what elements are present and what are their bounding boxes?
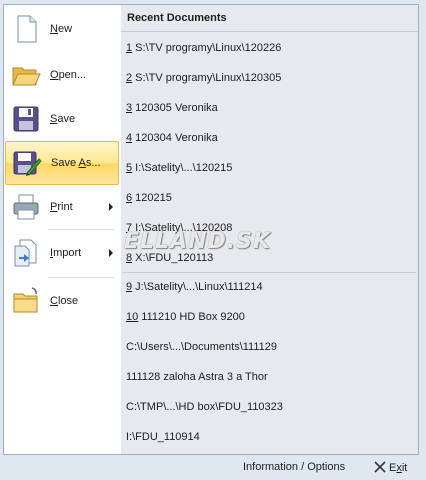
recent-item-4[interactable]: 4 120304 Veronika (126, 132, 218, 144)
submenu-arrow-icon (109, 249, 113, 257)
recent-item-6[interactable]: 6 120215 (126, 192, 172, 204)
exit-button[interactable]: Exit (374, 461, 407, 476)
menu-item-close[interactable]: Close (4, 279, 120, 323)
import-icon (10, 237, 42, 269)
menu-item-save-as[interactable]: Save As... (5, 141, 119, 185)
recent-item-9[interactable]: 9 J:\Satelity\...\Linux\111214 (126, 281, 263, 293)
menu-item-open[interactable]: Open... (4, 53, 120, 97)
menu-item-save[interactable]: Save (4, 97, 120, 141)
recent-item-7[interactable]: 7 I:\Satelity\...\120208 (126, 222, 232, 234)
recent-item-1[interactable]: 1 S:\TV programy\Linux\120226 (126, 42, 281, 54)
printer-icon (10, 191, 42, 223)
save-as-icon (11, 147, 43, 179)
menu-item-import[interactable]: Import (4, 231, 120, 275)
recent-documents-title: Recent Documents (121, 5, 418, 32)
recent-documents-pane: Recent Documents 1 S:\TV programy\Linux\… (121, 5, 418, 454)
recent-item-3[interactable]: 3 120305 Veronika (126, 102, 218, 114)
save-floppy-icon (10, 103, 42, 135)
open-folder-icon (10, 59, 42, 91)
recent-item-2[interactable]: 2 S:\TV programy\Linux\120305 (126, 72, 281, 84)
recent-item-8[interactable]: 8 X:\FDU_120113 (126, 252, 213, 264)
menu-item-new[interactable]: New (4, 7, 120, 51)
close-x-icon (374, 461, 386, 476)
recent-item-12[interactable]: 111128 zaloha Astra 3 a Thor (126, 371, 268, 383)
menu-separator (48, 277, 114, 278)
recent-item-13[interactable]: C:\TMP\...\HD box\FDU_110323 (126, 401, 283, 413)
close-folder-icon (10, 285, 42, 317)
menu-item-print[interactable]: Print (4, 185, 120, 229)
recent-item-5[interactable]: 5 I:\Satelity\...\120215 (126, 162, 232, 174)
recent-item-10[interactable]: 10 111210 HD Box 9200 (126, 311, 245, 323)
menu-commands-pane: New Open... Save Save As... Print Import… (4, 5, 122, 454)
recent-item-11[interactable]: C:\Users\...\Documents\111129 (126, 341, 277, 353)
submenu-arrow-icon (109, 203, 113, 211)
recent-separator (123, 272, 416, 273)
new-document-icon (10, 13, 42, 45)
information-options-button[interactable]: Information / Options (243, 461, 345, 473)
menu-separator (48, 229, 114, 230)
recent-item-14[interactable]: I:\FDU_110914 (126, 431, 200, 443)
office-menu: New Open... Save Save As... Print Import… (3, 4, 419, 455)
menu-footer: Information / Options Exit (0, 455, 426, 480)
